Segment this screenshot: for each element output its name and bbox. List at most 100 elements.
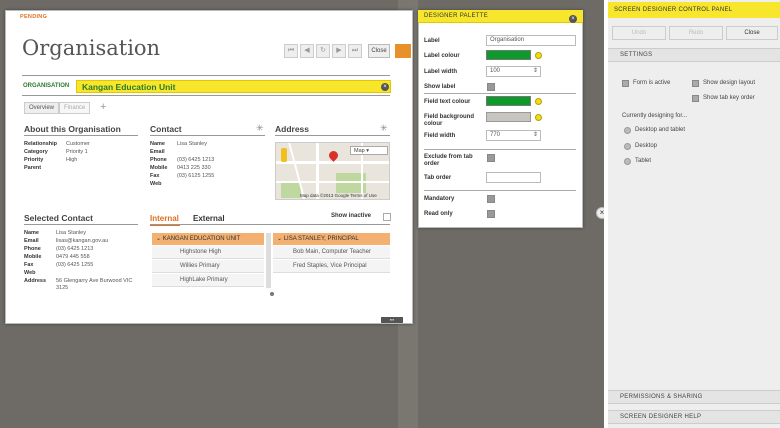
close-button[interactable]: Close (368, 44, 390, 58)
permissions-section[interactable]: PERMISSIONS & SHARING (608, 390, 780, 404)
control-panel (604, 0, 780, 428)
exclude-tab-label: Exclude from tab order (424, 154, 473, 167)
divider (22, 75, 390, 76)
control-panel-title: SCREEN DESIGNER CONTROL PANEL (614, 7, 733, 13)
prev-record-button[interactable]: ◀ (300, 44, 314, 58)
help-section[interactable]: SCREEN DESIGNER HELP (608, 410, 780, 424)
field-label: Phone (150, 157, 167, 163)
field-value: Lisa Stanley (177, 141, 207, 147)
divider (22, 95, 390, 96)
divider (424, 190, 576, 191)
radio-desktop-tablet[interactable] (624, 127, 631, 134)
action-button[interactable] (395, 44, 411, 58)
clear-icon[interactable]: × (381, 83, 389, 91)
tab-external[interactable]: External (193, 214, 225, 223)
scrollbar[interactable] (266, 233, 271, 288)
field-label: Mobile (24, 254, 42, 260)
label-width-stepper[interactable]: 100 ⇕ (486, 66, 541, 77)
group-header-right[interactable]: ⌄ LISA STANLEY, PRINCIPAL (273, 233, 390, 245)
designing-for-label: Currently designing for... (622, 113, 688, 119)
page-title: Organisation (22, 36, 161, 60)
field-label: Relationship (24, 141, 58, 147)
label-colour-swatch[interactable] (486, 50, 531, 60)
group-header-left[interactable]: ⌄ KANGAN EDUCATION UNIT (152, 233, 264, 245)
field-value: Lisa Stanley (56, 230, 86, 236)
divider (24, 224, 138, 225)
field-label: Parent (24, 165, 42, 171)
palette-title: DESIGNER PALETTE (424, 13, 489, 19)
color-picker-icon[interactable] (535, 114, 542, 121)
map-type-select[interactable]: Map ▾ (350, 146, 388, 155)
show-label-checkbox[interactable] (487, 83, 495, 91)
contact-heading: Contact (150, 124, 182, 134)
divider (150, 135, 265, 136)
field-width-stepper[interactable]: 770 ⇕ (486, 130, 541, 141)
status-label: PENDING (20, 14, 48, 20)
label-width-label: Label width (424, 69, 457, 75)
label-colour-label: Label colour (424, 53, 460, 59)
tab-internal[interactable]: Internal (150, 214, 179, 223)
radio-tablet[interactable] (624, 158, 631, 165)
org-field-label: ORGANISATION (23, 83, 70, 89)
refresh-button[interactable]: ↻ (316, 44, 330, 58)
list-item[interactable]: Highstone High (152, 246, 264, 259)
tab-order-label: Tab order (424, 175, 452, 181)
tab-order-input[interactable] (486, 172, 541, 183)
field-bg-colour-swatch[interactable] (486, 112, 531, 122)
color-picker-icon[interactable] (535, 52, 542, 59)
undo-button[interactable]: Undo (612, 26, 666, 40)
pegman-icon[interactable] (281, 148, 287, 162)
next-record-button[interactable]: ▶ (332, 44, 346, 58)
field-value: High (66, 157, 78, 163)
first-record-button[interactable]: ⏮ (284, 44, 298, 58)
field-label: Email (150, 149, 165, 155)
show-design-layout-label: Show design layout (703, 80, 756, 86)
asterisk-icon[interactable]: ✳ (380, 123, 388, 134)
show-tab-key-order-label: Show tab key order (703, 95, 755, 101)
settings-section[interactable]: SETTINGS (608, 48, 780, 62)
label-input[interactable]: Organisation (486, 35, 576, 46)
field-label: Priority (24, 157, 44, 163)
field-label: Email (24, 238, 39, 244)
divider (424, 93, 576, 94)
asterisk-icon[interactable]: ✳ (256, 123, 264, 134)
tab-overview[interactable]: Overview (24, 102, 60, 114)
add-tab-icon[interactable]: + (100, 101, 106, 113)
label-label: Label (424, 38, 440, 44)
field-value: 0413 225 330 (177, 165, 211, 171)
field-text-colour-swatch[interactable] (486, 96, 531, 106)
field-label: Category (24, 149, 48, 155)
option-label: Desktop (635, 143, 658, 149)
map-attribution: Map data ©2013 Google Terms of Use (300, 193, 377, 198)
mandatory-checkbox[interactable] (487, 195, 495, 203)
show-inactive-checkbox[interactable] (383, 213, 391, 221)
list-item[interactable]: Fred Staples, Vice Principal (273, 260, 390, 273)
last-record-button[interactable]: ⏭ (348, 44, 362, 58)
field-value: (03) 6425 1255 (56, 262, 94, 268)
form-active-checkbox[interactable] (622, 80, 629, 87)
read-only-checkbox[interactable] (487, 210, 495, 218)
divider (424, 149, 576, 150)
color-picker-icon[interactable] (535, 98, 542, 105)
list-item[interactable]: Willies Primary (152, 260, 264, 273)
field-value: 0479 445 558 (56, 254, 90, 260)
list-item[interactable]: HighLake Primary (152, 274, 264, 287)
list-item[interactable]: Bob Main, Computer Teacher (273, 246, 390, 259)
exclude-tab-checkbox[interactable] (487, 154, 495, 162)
field-value: lisas@kangan.gov.au (56, 238, 109, 244)
divider (24, 135, 138, 136)
show-tab-key-order-checkbox[interactable] (692, 95, 699, 102)
org-name-value: Kangan Education Unit (82, 82, 176, 92)
pager-dot[interactable] (270, 292, 274, 296)
form-active-label: Form is active (633, 80, 671, 86)
show-design-layout-checkbox[interactable] (692, 80, 699, 87)
option-label: Desktop and tablet (635, 127, 686, 133)
redo-button[interactable]: Redo (669, 26, 723, 40)
close-designer-button[interactable]: Close (726, 26, 778, 40)
field-label: Fax (150, 173, 160, 179)
resize-handle[interactable]: ▪▪▪ (381, 317, 403, 323)
radio-desktop[interactable] (624, 143, 631, 150)
close-icon[interactable]: × (569, 15, 577, 23)
tab-finance[interactable]: Finance (59, 102, 91, 114)
divider (275, 135, 390, 136)
